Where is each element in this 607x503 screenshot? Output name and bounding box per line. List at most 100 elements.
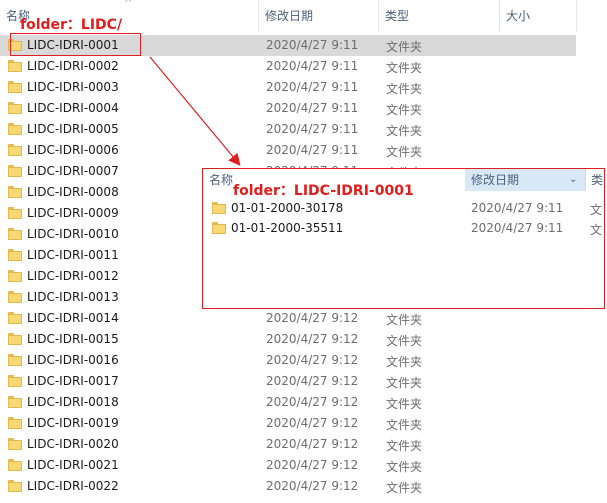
list-item[interactable]: LIDC-IDRI-0005 2020/4/27 9:11 文件夹 xyxy=(0,119,576,140)
list-item[interactable]: LIDC-IDRI-0006 2020/4/27 9:11 文件夹 xyxy=(0,140,576,161)
item-name: LIDC-IDRI-0014 xyxy=(27,311,119,325)
item-type: 文件夹 xyxy=(386,439,423,453)
list-item[interactable]: LIDC-IDRI-0015 2020/4/27 9:12 文件夹 xyxy=(0,329,576,350)
list-item[interactable]: LIDC-IDRI-0003 2020/4/27 9:11 文件夹 xyxy=(0,77,576,98)
folder-icon xyxy=(8,270,22,282)
folder-icon xyxy=(8,291,22,303)
item-name: LIDC-IDRI-0018 xyxy=(27,395,119,409)
item-name: LIDC-IDRI-0009 xyxy=(27,206,119,220)
folder-icon xyxy=(212,222,226,234)
item-name: LIDC-IDRI-0022 xyxy=(27,479,119,493)
item-type: 文件夹 xyxy=(386,145,423,159)
item-type: 文 xyxy=(590,223,603,237)
list-item[interactable]: LIDC-IDRI-0018 2020/4/27 9:12 文件夹 xyxy=(0,392,576,413)
column-header-type[interactable]: 类型 xyxy=(379,0,499,32)
folder-icon xyxy=(8,81,22,93)
item-name: LIDC-IDRI-0016 xyxy=(27,353,119,367)
folder-icon xyxy=(212,202,226,214)
item-name: LIDC-IDRI-0013 xyxy=(27,290,119,304)
item-date: 2020/4/27 9:12 xyxy=(266,458,359,472)
item-type: 文件夹 xyxy=(386,418,423,432)
item-type: 文件夹 xyxy=(386,40,423,54)
popup-column-header-date[interactable]: 修改日期 xyxy=(465,169,585,191)
item-type: 文件夹 xyxy=(386,334,423,348)
item-type: 文件夹 xyxy=(386,313,423,327)
folder-icon xyxy=(8,480,22,492)
root-folder-annotation: folder：LIDC/ xyxy=(20,17,123,33)
item-name: LIDC-IDRI-0012 xyxy=(27,269,119,283)
list-item[interactable]: LIDC-IDRI-0020 2020/4/27 9:12 文件夹 xyxy=(0,434,576,455)
item-type: 文件夹 xyxy=(386,355,423,369)
list-item[interactable]: LIDC-IDRI-0002 2020/4/27 9:11 文件夹 xyxy=(0,56,576,77)
folder-icon xyxy=(8,333,22,345)
popup-column-header-type[interactable]: 类 xyxy=(591,169,603,191)
item-name: 01-01-2000-30178 xyxy=(231,201,344,215)
item-type: 文件夹 xyxy=(386,124,423,138)
item-date: 2020/4/27 9:11 xyxy=(266,38,359,52)
item-date: 2020/4/27 9:11 xyxy=(266,59,359,73)
folder-icon xyxy=(8,354,22,366)
list-item[interactable]: 01-01-2000-30178 2020/4/27 9:11 文 xyxy=(203,198,603,219)
item-name: LIDC-IDRI-0006 xyxy=(27,143,119,157)
item-name: LIDC-IDRI-0008 xyxy=(27,185,119,199)
item-type: 文件夹 xyxy=(386,103,423,117)
list-item[interactable]: LIDC-IDRI-0019 2020/4/27 9:12 文件夹 xyxy=(0,413,576,434)
item-name: LIDC-IDRI-0011 xyxy=(27,248,119,262)
list-item[interactable]: LIDC-IDRI-0004 2020/4/27 9:11 文件夹 xyxy=(0,98,576,119)
list-item[interactable]: LIDC-IDRI-0022 2020/4/27 9:12 文件夹 xyxy=(0,476,576,497)
item-date: 2020/4/27 9:12 xyxy=(266,374,359,388)
list-item[interactable]: LIDC-IDRI-0017 2020/4/27 9:12 文件夹 xyxy=(0,371,576,392)
folder-icon xyxy=(8,186,22,198)
popup-column-header-name[interactable]: 名称 xyxy=(209,169,233,191)
item-name: LIDC-IDRI-0021 xyxy=(27,458,119,472)
folder-icon xyxy=(8,123,22,135)
item-date: 2020/4/27 9:12 xyxy=(266,311,359,325)
item-date: 2020/4/27 9:12 xyxy=(266,332,359,346)
folder-icon xyxy=(8,459,22,471)
folder-icon xyxy=(8,165,22,177)
list-item[interactable]: LIDC-IDRI-0014 2020/4/27 9:12 文件夹 xyxy=(0,308,576,329)
item-type: 文 xyxy=(590,203,603,217)
list-item[interactable]: LIDC-IDRI-0016 2020/4/27 9:12 文件夹 xyxy=(0,350,576,371)
item-name: LIDC-IDRI-0007 xyxy=(27,164,119,178)
item-date: 2020/4/27 9:11 xyxy=(266,122,359,136)
item-date: 2020/4/27 9:12 xyxy=(266,479,359,493)
list-item[interactable]: LIDC-IDRI-0021 2020/4/27 9:12 文件夹 xyxy=(0,455,576,476)
subfolder-annotation: folder：LIDC-IDRI-0001 xyxy=(233,183,414,199)
item-name: 01-01-2000-35511 xyxy=(231,221,344,235)
item-date: 2020/4/27 9:11 xyxy=(471,201,564,215)
chevron-down-icon[interactable]: ⌄ xyxy=(569,169,577,191)
item-date: 2020/4/27 9:12 xyxy=(266,353,359,367)
item-type: 文件夹 xyxy=(386,61,423,75)
item-type: 文件夹 xyxy=(386,481,423,495)
column-divider[interactable] xyxy=(585,169,586,191)
item-date: 2020/4/27 9:11 xyxy=(266,101,359,115)
folder-icon xyxy=(8,207,22,219)
item-date: 2020/4/27 9:11 xyxy=(471,221,564,235)
item-name: LIDC-IDRI-0010 xyxy=(27,227,119,241)
subfolder-preview-panel: 名称 修改日期 ⌄ 类 folder：LIDC-IDRI-0001 01-01-… xyxy=(202,168,605,309)
folder-icon xyxy=(8,249,22,261)
item-type: 文件夹 xyxy=(386,82,423,96)
column-header-date[interactable]: 修改日期 xyxy=(259,0,378,32)
item-date: 2020/4/27 9:12 xyxy=(266,395,359,409)
item-date: 2020/4/27 9:11 xyxy=(266,80,359,94)
folder-icon xyxy=(8,60,22,72)
folder-icon xyxy=(8,375,22,387)
item-type: 文件夹 xyxy=(386,460,423,474)
column-header-size[interactable]: 大小 xyxy=(500,0,576,32)
folder-icon xyxy=(8,228,22,240)
list-item[interactable]: 01-01-2000-35511 2020/4/27 9:11 文 xyxy=(203,218,603,239)
folder-icon xyxy=(8,312,22,324)
item-name: LIDC-IDRI-0019 xyxy=(27,416,119,430)
item-date: 2020/4/27 9:12 xyxy=(266,416,359,430)
item-name: LIDC-IDRI-0005 xyxy=(27,122,119,136)
column-divider[interactable] xyxy=(576,0,577,32)
item-name: LIDC-IDRI-0020 xyxy=(27,437,119,451)
folder-icon xyxy=(8,102,22,114)
item-name: LIDC-IDRI-0002 xyxy=(27,59,119,73)
item-name: LIDC-IDRI-0015 xyxy=(27,332,119,346)
item-date: 2020/4/27 9:11 xyxy=(266,143,359,157)
folder-icon xyxy=(8,144,22,156)
item-type: 文件夹 xyxy=(386,376,423,390)
